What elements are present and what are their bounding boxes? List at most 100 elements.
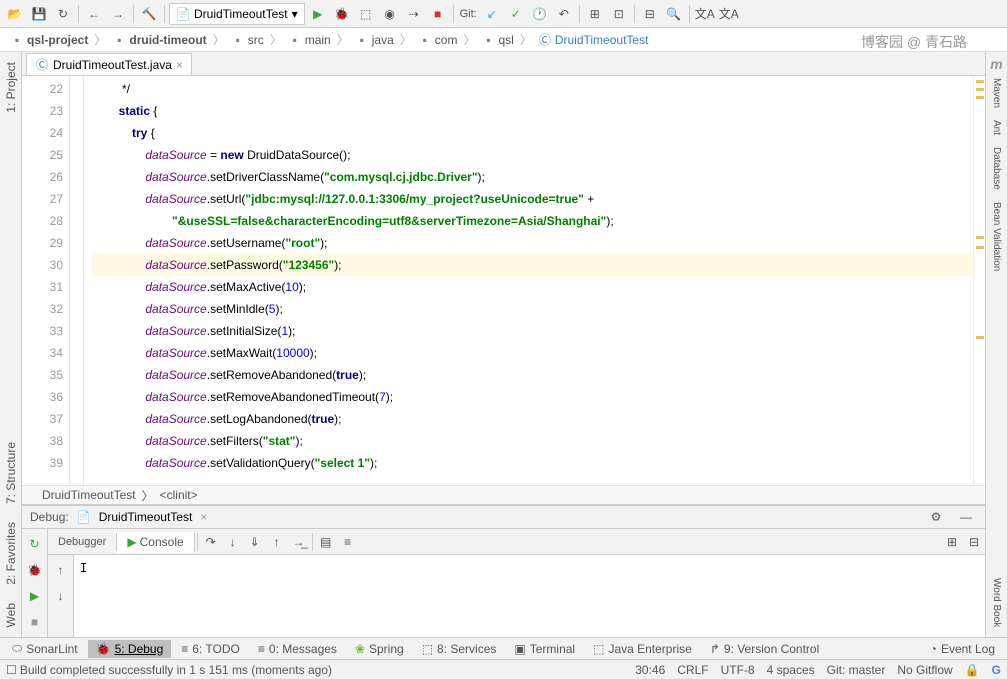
bc-item[interactable]: ▪qsl-project <box>6 32 92 48</box>
rerun-icon[interactable]: ↻ <box>24 533 46 555</box>
search-icon[interactable]: 🔍 <box>663 3 685 25</box>
debug-bug-icon[interactable]: 🐞 <box>24 559 46 581</box>
spring-icon: ❀ <box>355 642 365 656</box>
rail-maven[interactable]: Maven <box>991 72 1002 114</box>
close-icon[interactable]: × <box>200 510 207 524</box>
btool-messages[interactable]: ≡0: Messages <box>250 640 345 658</box>
status-position[interactable]: 30:46 <box>635 663 665 677</box>
bc-item[interactable]: ▪qsl <box>477 32 517 48</box>
trace-icon[interactable]: ≡ <box>337 531 359 553</box>
gear-icon[interactable]: ⚙ <box>925 506 947 528</box>
status-icon[interactable]: ☐ <box>6 663 17 677</box>
stop-icon[interactable]: ■ <box>427 3 449 25</box>
btool-eventlog[interactable]: ◔Event Log <box>922 640 1003 658</box>
coverage-icon[interactable]: ⬚ <box>355 3 377 25</box>
rail-structure[interactable]: 7: Structure <box>4 436 18 510</box>
test-icon: 📄 <box>77 510 91 524</box>
status-encoding[interactable]: UTF-8 <box>721 663 755 677</box>
btool-terminal[interactable]: ▣Terminal <box>506 640 583 658</box>
jee-icon: ⬚ <box>593 642 604 656</box>
force-step-icon[interactable]: ⇓ <box>244 531 266 553</box>
minimize-icon[interactable]: — <box>955 506 977 528</box>
tool1-icon[interactable]: ⊞ <box>584 3 606 25</box>
git-update-icon[interactable]: ↙ <box>481 3 503 25</box>
debug-title: Debug: <box>30 510 69 524</box>
refresh-icon[interactable]: ↻ <box>52 3 74 25</box>
editor-tab-bar: Ⓒ DruidTimeoutTest.java × <box>22 52 985 76</box>
editor-tab[interactable]: Ⓒ DruidTimeoutTest.java × <box>26 53 192 75</box>
btool-sonarlint[interactable]: ⬭SonarLint <box>4 639 86 658</box>
rail-wordbook[interactable]: Word Book <box>991 572 1002 633</box>
marker-bar[interactable] <box>973 76 985 485</box>
log-icon: ◔ <box>930 642 937 656</box>
bc-item[interactable]: ▪main <box>284 32 335 48</box>
java-class-icon: Ⓒ <box>35 58 49 72</box>
back-icon[interactable]: ← <box>83 3 105 25</box>
status-eol[interactable]: CRLF <box>677 663 708 677</box>
rail-bean[interactable]: Bean Validation <box>991 196 1002 277</box>
rail-web[interactable]: Web <box>4 597 18 633</box>
google-icon[interactable]: G <box>992 663 1001 677</box>
close-icon[interactable]: × <box>176 58 183 72</box>
rail-ant[interactable]: Ant <box>991 114 1002 141</box>
profile-icon[interactable]: ◉ <box>379 3 401 25</box>
run-cursor-icon[interactable]: →̲ <box>288 531 310 553</box>
step-out-icon[interactable]: ↑ <box>266 531 288 553</box>
pin-icon[interactable]: ⊟ <box>963 531 985 553</box>
up-icon[interactable]: ↑ <box>50 559 72 581</box>
run-icon[interactable]: ▶ <box>307 3 329 25</box>
git-history-icon[interactable]: 🕐 <box>529 3 551 25</box>
svc-icon: ⬚ <box>422 642 433 656</box>
chevron-down-icon: ▾ <box>292 7 298 21</box>
bc-item[interactable]: ▪src <box>227 32 268 48</box>
maven-m-icon: m <box>990 56 1002 72</box>
code-editor[interactable]: 222324252627282930313233343536373839 */ … <box>22 76 985 485</box>
status-bar: ☐ Build completed successfully in 1 s 15… <box>0 659 1007 679</box>
bc-item[interactable]: ⒸDruidTimeoutTest <box>534 32 653 48</box>
bc-item[interactable]: ▪com <box>414 32 462 48</box>
rail-database[interactable]: Database <box>991 141 1002 196</box>
trail-member[interactable]: <clinit> <box>160 488 198 502</box>
tool2-icon[interactable]: ⊡ <box>608 3 630 25</box>
forward-icon[interactable]: → <box>107 3 129 25</box>
save-icon[interactable]: 💾 <box>28 3 50 25</box>
bc-item[interactable]: ▪java <box>351 32 398 48</box>
git-rollback-icon[interactable]: ↶ <box>553 3 575 25</box>
trail-class[interactable]: DruidTimeoutTest <box>42 488 136 502</box>
btool-spring[interactable]: ❀Spring <box>347 640 412 658</box>
btool-javaee[interactable]: ⬚Java Enterprise <box>585 640 700 658</box>
btool-debug[interactable]: 🐞5: Debug <box>88 640 172 658</box>
build-icon[interactable]: 🔨 <box>138 3 160 25</box>
status-indent[interactable]: 4 spaces <box>767 663 815 677</box>
rail-project[interactable]: 1: Project <box>4 56 18 119</box>
resume-icon[interactable]: ▶ <box>24 585 46 607</box>
stop-debug-icon[interactable]: ■ <box>24 611 46 633</box>
step-into-icon[interactable]: ↓ <box>222 531 244 553</box>
structure-icon[interactable]: ⊟ <box>639 3 661 25</box>
translate-a-icon[interactable]: 文A <box>694 3 716 25</box>
step-over-icon[interactable]: ↷ <box>200 531 222 553</box>
rail-favorites[interactable]: 2: Favorites <box>4 516 18 591</box>
debug-control-rail: ↻ 🐞 ▶ ■ <box>22 529 48 637</box>
down-icon[interactable]: ↓ <box>50 585 72 607</box>
fold-gutter[interactable] <box>70 76 84 485</box>
tab-console[interactable]: ▶ Console <box>117 532 194 553</box>
attach-icon[interactable]: ⇢ <box>403 3 425 25</box>
git-commit-icon[interactable]: ✓ <box>505 3 527 25</box>
console-output[interactable]: I <box>74 555 985 637</box>
eval-icon[interactable]: ▤ <box>315 531 337 553</box>
btool-services[interactable]: ⬚8: Services <box>414 640 505 658</box>
status-git[interactable]: Git: master <box>827 663 886 677</box>
run-config-select[interactable]: 📄 DruidTimeoutTest ▾ <box>169 3 305 25</box>
translate-b-icon[interactable]: 文A <box>718 3 740 25</box>
code-content[interactable]: */ static { try { dataSource = new Druid… <box>84 76 973 485</box>
bc-item[interactable]: ▪druid-timeout <box>108 32 210 48</box>
debug-icon[interactable]: 🐞 <box>331 3 353 25</box>
status-gitflow[interactable]: No Gitflow <box>897 663 952 677</box>
lock-icon[interactable]: 🔒 <box>965 663 980 677</box>
btool-vcs[interactable]: ↱9: Version Control <box>702 640 827 658</box>
btool-todo[interactable]: ≡6: TODO <box>173 640 248 658</box>
tab-debugger[interactable]: Debugger <box>48 533 117 551</box>
open-icon[interactable]: 📂 <box>4 3 26 25</box>
layout-icon[interactable]: ⊞ <box>941 531 963 553</box>
